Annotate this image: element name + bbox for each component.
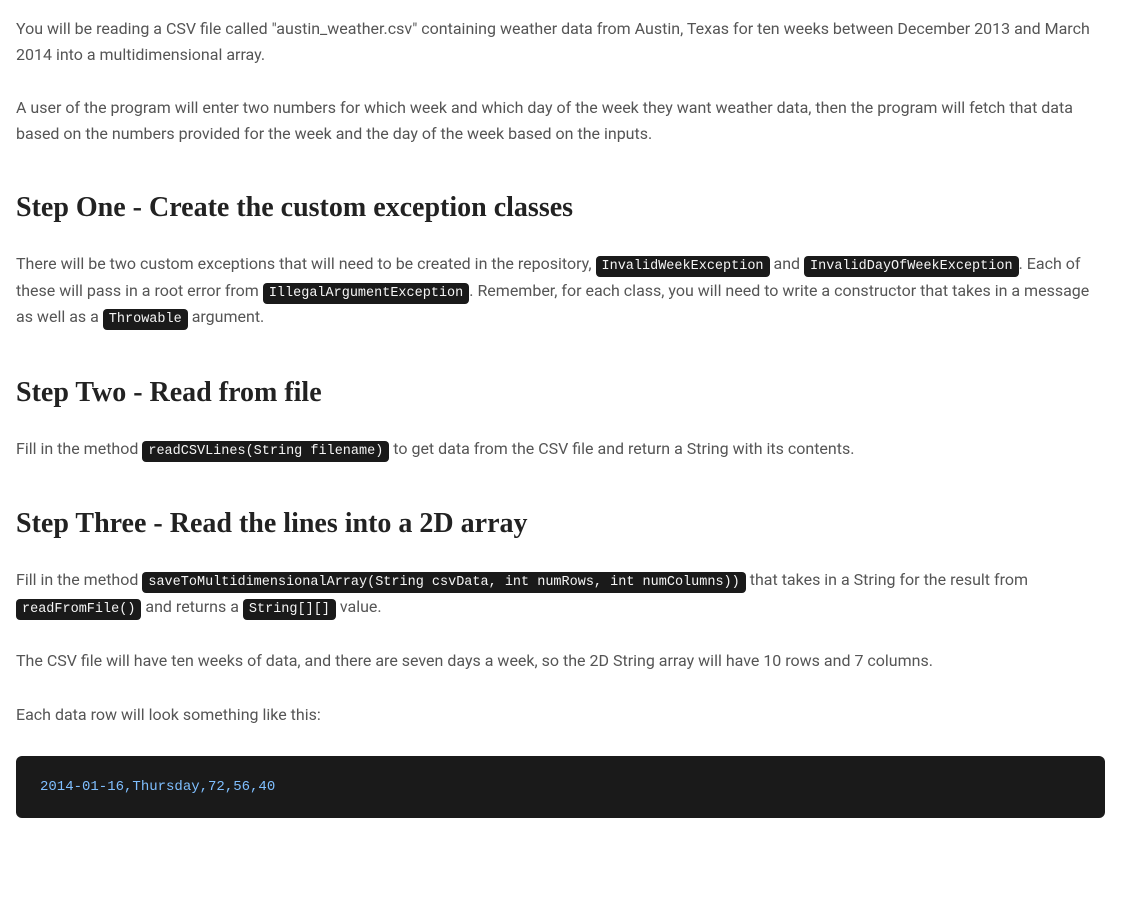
step-three-paragraph-1: Fill in the method saveToMultidimensiona…: [16, 567, 1105, 620]
step-one-heading: Step One - Create the custom exception c…: [16, 186, 1105, 231]
text-fragment: value.: [336, 597, 382, 616]
code-read-csv-lines: readCSVLines(String filename): [142, 441, 389, 462]
code-throwable: Throwable: [103, 309, 188, 330]
text-fragment: and returns a: [141, 597, 242, 616]
code-illegal-argument-exception: IllegalArgumentException: [263, 283, 469, 304]
code-invalid-day-of-week-exception: InvalidDayOfWeekException: [804, 256, 1019, 277]
intro-paragraph-2: A user of the program will enter two num…: [16, 95, 1105, 146]
step-three-paragraph-3: Each data row will look something like t…: [16, 702, 1105, 728]
text-fragment: to get data from the CSV file and return…: [389, 439, 854, 458]
code-block-example-row: 2014-01-16,Thursday,72,56,40: [16, 756, 1105, 818]
text-fragment: and: [770, 254, 805, 273]
step-three-heading: Step Three - Read the lines into a 2D ar…: [16, 502, 1105, 547]
text-fragment: that takes in a String for the result fr…: [746, 570, 1028, 589]
code-string-2d-array: String[][]: [243, 599, 336, 620]
text-fragment: There will be two custom exceptions that…: [16, 254, 596, 273]
document-content: You will be reading a CSV file called "a…: [16, 16, 1105, 818]
step-two-paragraph: Fill in the method readCSVLines(String f…: [16, 436, 1105, 463]
step-two-heading: Step Two - Read from file: [16, 371, 1105, 416]
intro-paragraph-1: You will be reading a CSV file called "a…: [16, 16, 1105, 67]
code-save-to-multidimensional-array: saveToMultidimensionalArray(String csvDa…: [142, 572, 745, 593]
text-fragment: Fill in the method: [16, 439, 142, 458]
code-invalid-week-exception: InvalidWeekException: [596, 256, 770, 277]
text-fragment: Fill in the method: [16, 570, 142, 589]
code-read-from-file: readFromFile(): [16, 599, 141, 620]
step-three-paragraph-2: The CSV file will have ten weeks of data…: [16, 648, 1105, 674]
step-one-paragraph: There will be two custom exceptions that…: [16, 251, 1105, 331]
text-fragment: argument.: [188, 307, 265, 326]
